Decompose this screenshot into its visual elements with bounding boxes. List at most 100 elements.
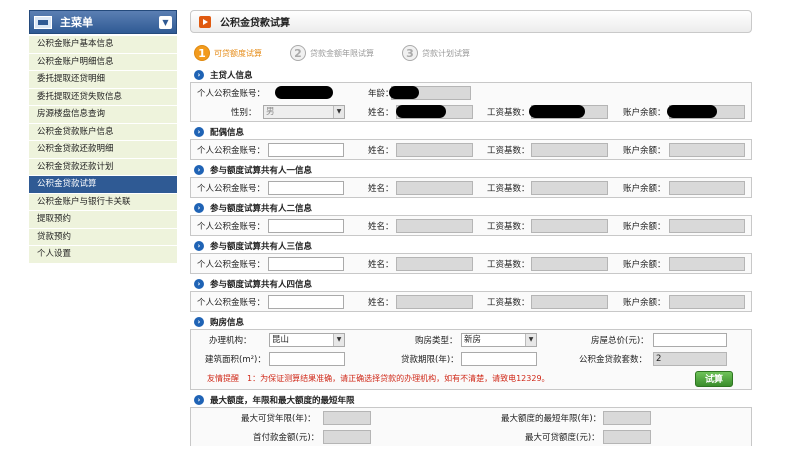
sidebar-item[interactable]: 个人设置 (29, 246, 177, 264)
term-input[interactable] (461, 351, 537, 366)
section-limits: › 最大额度，年限和最大额度的最短年限 (194, 393, 752, 407)
name-label: 姓名： (368, 183, 394, 194)
expand-icon[interactable]: › (194, 127, 204, 137)
main-borrower-box: 个人公积金账号： 年龄： 性别： 男 ▼ 姓名： 工资基数： 账户余额： (190, 82, 752, 122)
section-title: 购房信息 (210, 318, 245, 328)
gender-select[interactable]: 男 ▼ (263, 104, 345, 119)
name-field (396, 294, 473, 309)
term-label: 贷款期限(年)： (401, 354, 459, 365)
step-1[interactable]: 1 可贷额度试算 (194, 45, 262, 61)
step-3[interactable]: 3 贷款计划试算 (402, 45, 470, 61)
balance-field (669, 142, 745, 157)
balance-field (669, 218, 745, 233)
co-borrower-box: 个人公积金账号： 姓名： 工资基数： 账户余额： (190, 291, 752, 312)
account-input[interactable] (268, 142, 344, 157)
step-2[interactable]: 2 贷款金额年限试算 (290, 45, 374, 61)
sidebar-item[interactable]: 贷款预约 (29, 228, 177, 246)
menu-header[interactable]: 主菜单 ▼ (29, 10, 177, 34)
area-input[interactable] (269, 351, 345, 366)
calculate-button[interactable]: 试算 (695, 370, 733, 387)
play-icon (199, 15, 211, 28)
menu-icon (34, 15, 52, 29)
name-label: 姓名： (368, 107, 394, 118)
balance-field (669, 294, 745, 309)
wage-label: 工资基数： (487, 221, 530, 232)
step-number: 1 (194, 45, 210, 61)
wage-label: 工资基数： (487, 183, 530, 194)
agency-select[interactable]: 昆山 ▼ (269, 332, 345, 347)
expand-icon[interactable]: › (194, 70, 204, 80)
balance-label: 账户余额： (623, 107, 666, 118)
page-title-bar: 公积金贷款试算 (190, 10, 752, 33)
sidebar-item[interactable]: 公积金贷款账户信息 (29, 123, 177, 141)
down-payment-field (323, 429, 371, 444)
redacted-age (389, 86, 419, 99)
sidebar-item[interactable]: 公积金账户明细信息 (29, 53, 177, 71)
section-title: 参与额度试算共有人一信息 (210, 166, 313, 176)
max-term-label: 最大可贷年限(年)： (241, 413, 316, 424)
expand-icon[interactable]: › (194, 241, 204, 251)
sidebar: 主菜单 ▼ 公积金账户基本信息 公积金账户明细信息 委托提取还贷明细 委托提取还贷失败… (29, 10, 177, 264)
total-price-input[interactable] (653, 332, 727, 347)
name-label: 姓名： (368, 221, 394, 232)
sidebar-item[interactable]: 委托提取还贷失败信息 (29, 88, 177, 106)
account-label: 个人公积金账号： (197, 221, 266, 232)
expand-icon[interactable]: › (194, 203, 204, 213)
max-amount-label: 最大可贷额度(元)： (525, 432, 600, 443)
account-input[interactable] (268, 180, 344, 195)
purchase-box: 办理机构： 昆山 ▼ 购房类型： 新房 ▼ 房屋总价(元)： 建筑面积(m²)：… (190, 329, 752, 390)
balance-field (669, 256, 745, 271)
wage-label: 工资基数： (487, 145, 530, 156)
expand-icon[interactable]: › (194, 165, 204, 175)
balance-label: 账户余额： (623, 183, 666, 194)
sidebar-item[interactable]: 公积金贷款还款明细 (29, 141, 177, 159)
section-title: 参与额度试算共有人四信息 (210, 280, 313, 290)
name-field (396, 218, 473, 233)
name-label: 姓名： (368, 259, 394, 270)
sidebar-item[interactable]: 公积金贷款还款计划 (29, 158, 177, 176)
co-borrower-box: 个人公积金账号： 姓名： 工资基数： 账户余额： (190, 253, 752, 274)
account-input[interactable] (268, 218, 344, 233)
wage-field (531, 294, 608, 309)
co-borrower-box: 个人公积金账号： 姓名： 工资基数： 账户余额： (190, 215, 752, 236)
balance-label: 账户余额： (623, 297, 666, 308)
step-number: 2 (290, 45, 306, 61)
sidebar-item[interactable]: 公积金账户与银行卡关联 (29, 193, 177, 211)
collapse-icon[interactable]: ▼ (159, 15, 172, 29)
step-number: 3 (402, 45, 418, 61)
wage-label: 工资基数： (487, 107, 530, 118)
section-co-borrower-3: › 参与额度试算共有人三信息 (194, 239, 752, 253)
min-term-label: 最大额度的最短年限(年)： (501, 413, 602, 424)
expand-icon[interactable]: › (194, 317, 204, 327)
times-label: 公积金贷款套数： (579, 354, 648, 365)
sidebar-item[interactable]: 公积金贷款试算 (29, 176, 177, 194)
section-co-borrower-1: › 参与额度试算共有人一信息 (194, 163, 752, 177)
max-term-field (323, 410, 371, 425)
redacted-wage (529, 105, 585, 118)
sidebar-item[interactable]: 房源楼盘信息查询 (29, 106, 177, 124)
balance-label: 账户余额： (623, 145, 666, 156)
name-field (396, 180, 473, 195)
redacted-account (275, 86, 333, 99)
account-input[interactable] (268, 256, 344, 271)
sidebar-item[interactable]: 提取预约 (29, 211, 177, 229)
step-label: 贷款金额年限试算 (310, 48, 374, 58)
sidebar-item[interactable]: 委托提取还贷明细 (29, 71, 177, 89)
section-title: 最大额度，年限和最大额度的最短年限 (210, 396, 355, 406)
section-title: 配偶信息 (210, 128, 245, 138)
expand-icon[interactable]: › (194, 395, 204, 405)
section-title: 主贷人信息 (210, 71, 253, 81)
account-input[interactable] (268, 294, 344, 309)
name-field (396, 142, 473, 157)
chevron-down-icon: ▼ (333, 333, 344, 346)
step-label: 可贷额度试算 (214, 48, 262, 58)
expand-icon[interactable]: › (194, 279, 204, 289)
chevron-down-icon: ▼ (525, 333, 536, 346)
house-type-select[interactable]: 新房 ▼ (461, 332, 537, 347)
gender-label: 性别： (231, 107, 257, 118)
section-co-borrower-4: › 参与额度试算共有人四信息 (194, 277, 752, 291)
sidebar-item[interactable]: 公积金账户基本信息 (29, 36, 177, 54)
times-field: 2 (653, 351, 727, 366)
menu-list: 公积金账户基本信息 公积金账户明细信息 委托提取还贷明细 委托提取还贷失败信息 房源楼盘… (29, 36, 177, 264)
section-purchase: › 购房信息 (194, 315, 752, 329)
